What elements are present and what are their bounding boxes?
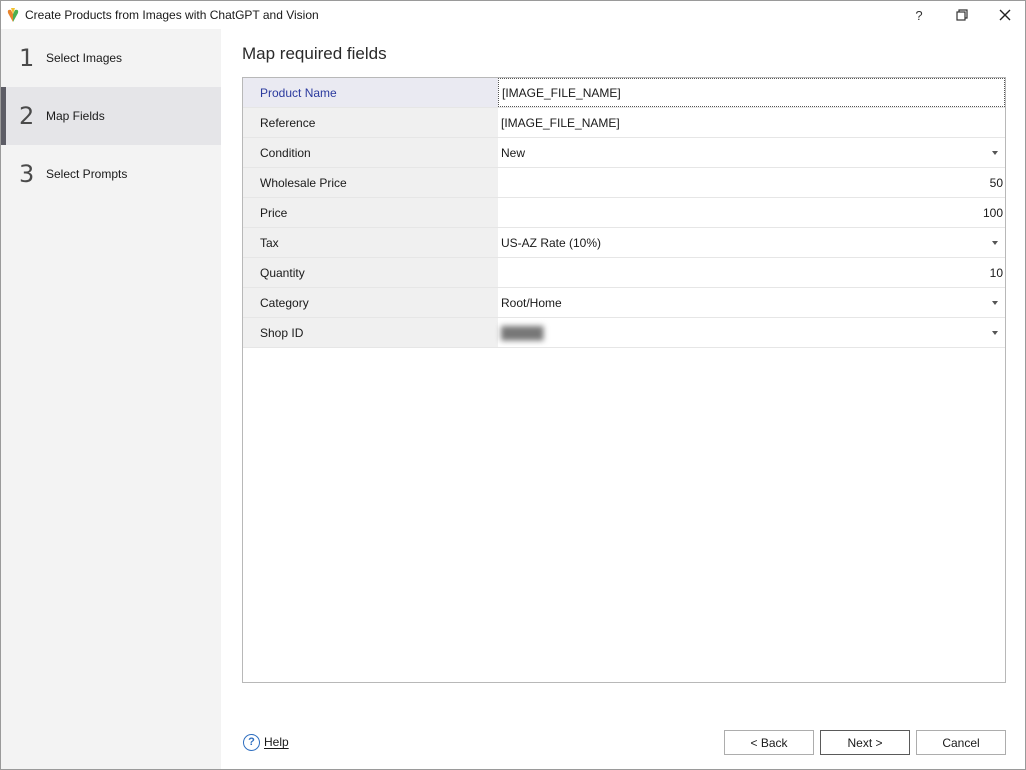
condition-dropdown[interactable]: New [498,138,1005,167]
product-name-input[interactable]: [IMAGE_FILE_NAME] [498,78,1005,107]
field-label: Quantity [243,258,498,287]
window-title: Create Products from Images with ChatGPT… [25,8,319,22]
field-label: Reference [243,108,498,137]
field-row-price: Price 100 [243,198,1005,228]
step-map-fields[interactable]: 2 Map Fields [1,87,221,145]
chevron-down-icon [992,331,998,335]
next-button[interactable]: Next > [820,730,910,755]
chevron-down-icon [992,151,998,155]
field-row-tax: Tax US-AZ Rate (10%) [243,228,1005,258]
help-label: Help [264,735,289,749]
cancel-button[interactable]: Cancel [916,730,1006,755]
question-circle-icon: ? [243,733,260,751]
step-number: 2 [19,102,35,130]
back-button[interactable]: < Back [724,730,814,755]
field-row-quantity: Quantity 10 [243,258,1005,288]
field-label: Product Name [243,78,498,107]
field-label: Category [243,288,498,317]
restore-button[interactable] [942,1,982,29]
help-link[interactable]: ? Help [243,733,289,751]
shop-id-dropdown[interactable]: █████ [498,318,1005,347]
field-mapping-grid: Product Name [IMAGE_FILE_NAME] Reference… [242,77,1006,683]
step-label: Map Fields [46,109,105,123]
quantity-input[interactable]: 10 [498,258,1005,287]
help-titlebar-button[interactable]: ? [899,1,939,29]
title-bar: Create Products from Images with ChatGPT… [1,1,1025,29]
step-select-prompts[interactable]: 3 Select Prompts [1,145,221,203]
price-input[interactable]: 100 [498,198,1005,227]
redacted-shop-id: █████ [501,325,544,340]
step-label: Select Prompts [46,167,128,181]
field-label: Wholesale Price [243,168,498,197]
dialog-window: Create Products from Images with ChatGPT… [0,0,1026,770]
category-dropdown[interactable]: Root/Home [498,288,1005,317]
wizard-steps-sidebar: 1 Select Images 2 Map Fields 3 Select Pr… [1,29,221,769]
field-row-wholesale-price: Wholesale Price 50 [243,168,1005,198]
step-label: Select Images [46,51,123,65]
reference-input[interactable]: [IMAGE_FILE_NAME] [498,108,1005,137]
dropdown-value: New [501,145,526,160]
restore-icon [956,9,968,21]
field-label: Price [243,198,498,227]
step-select-images[interactable]: 1 Select Images [1,29,221,87]
field-row-condition: Condition New [243,138,1005,168]
tax-dropdown[interactable]: US-AZ Rate (10%) [498,228,1005,257]
field-label: Condition [243,138,498,167]
page-title: Map required fields [242,44,387,63]
field-row-reference: Reference [IMAGE_FILE_NAME] [243,108,1005,138]
chevron-down-icon [992,301,998,305]
close-icon [999,9,1011,21]
dropdown-value: US-AZ Rate (10%) [501,235,602,250]
step-number: 1 [19,44,35,72]
wholesale-price-input[interactable]: 50 [498,168,1005,197]
field-row-category: Category Root/Home [243,288,1005,318]
close-button[interactable] [985,1,1025,29]
app-logo-icon [7,8,19,22]
field-row-product-name: Product Name [IMAGE_FILE_NAME] [243,78,1005,108]
field-row-shop-id: Shop ID █████ [243,318,1005,348]
field-label: Shop ID [243,318,498,347]
field-label: Tax [243,228,498,257]
chevron-down-icon [992,241,998,245]
dropdown-value: Root/Home [501,295,562,310]
step-number: 3 [19,160,35,188]
